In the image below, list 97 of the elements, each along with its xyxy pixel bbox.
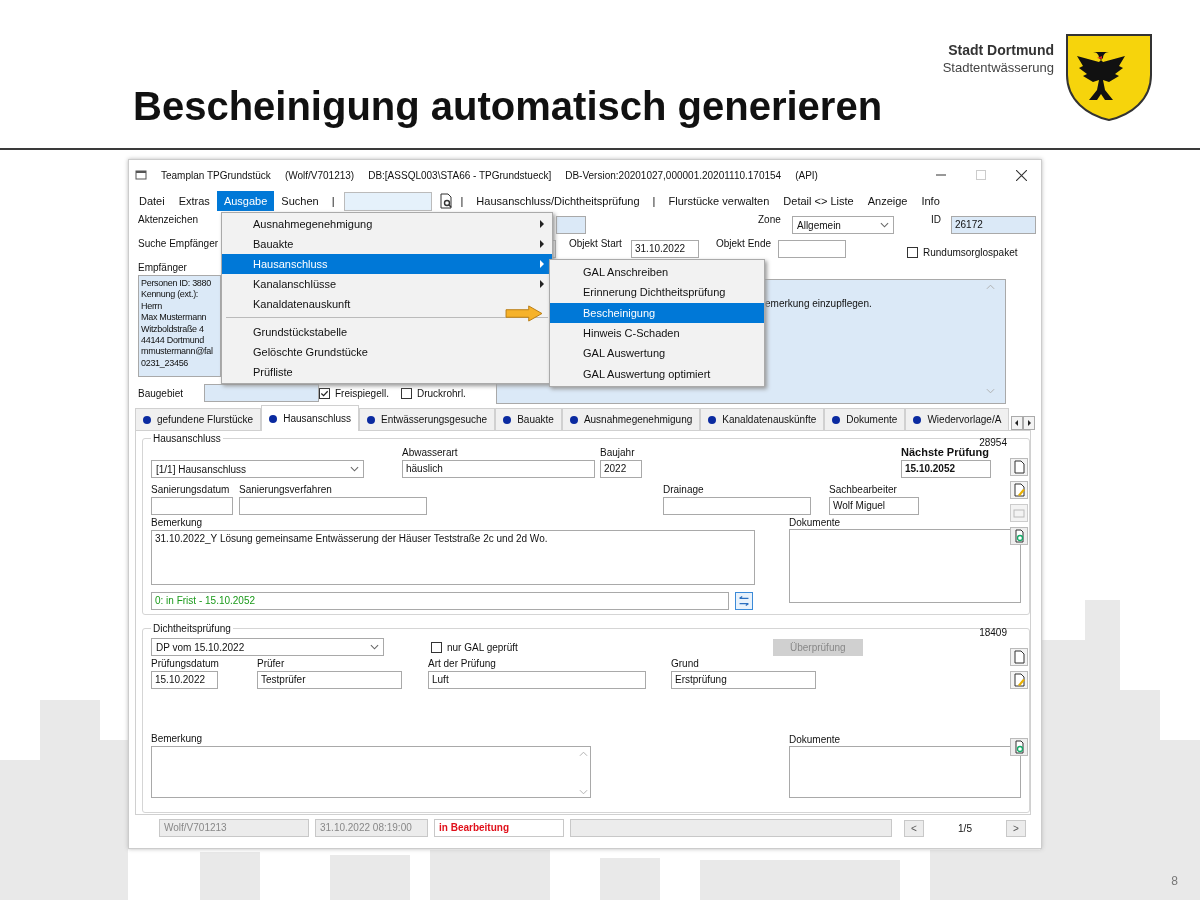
status-field: in Bearbeitung (434, 819, 564, 837)
input-field[interactable]: Testprüfer (257, 671, 402, 689)
field-label: Prüfungsdatum (151, 658, 219, 669)
field-label: Empfänger (138, 262, 187, 273)
window-mode: (API) (795, 169, 818, 181)
input-field[interactable]: 26172 (951, 216, 1036, 234)
group-title: Hausanschluss (152, 433, 222, 444)
checkbox-label: nur GAL geprüft (447, 641, 518, 653)
window-title: Teamplan TPGrundstück (161, 169, 271, 181)
remark-field[interactable]: 31.10.2022_Y Lösung gemeinsame Entwässerung der Häuser Teststraße 2c und 2d Wo. (151, 530, 755, 585)
page-indicator: 1/5 (957, 822, 973, 834)
menu-item[interactable]: GAL Auswertung (550, 343, 764, 364)
input-field[interactable]: 2022 (600, 460, 642, 478)
checkbox-label: Freispiegell. (335, 387, 389, 399)
menu-item[interactable]: Suchen (274, 191, 326, 211)
menu-item[interactable]: GAL Anschreiben (550, 262, 764, 283)
dropdown-field[interactable]: DP vom 15.10.2022 (151, 638, 384, 656)
field-label: Nächste Prüfung (901, 446, 989, 458)
menu-item[interactable]: Bauakte (222, 234, 552, 254)
tab[interactable]: gefundene Flurstücke (135, 408, 262, 430)
field-label: Suche Empfänger (138, 238, 219, 249)
input-field[interactable]: 31.10.2022 (631, 240, 699, 258)
window-version: DB-Version:20201027,000001.20201110.170154 (565, 169, 782, 181)
menu-item[interactable]: Info (914, 191, 947, 211)
field-label: Zone (758, 214, 781, 225)
notes-text: emerkung einzupflegen. (765, 298, 872, 311)
organization-name: Stadt Dortmund (948, 42, 1054, 58)
record-id: 18409 (979, 627, 1007, 638)
menu-separator: | (651, 195, 657, 207)
menu-item[interactable]: Ausgabe (216, 191, 275, 211)
input-field[interactable]: Erstprüfung (671, 671, 816, 689)
field-label: Dokumente (789, 734, 841, 745)
input-field[interactable]: Luft (428, 671, 646, 689)
recipient-field[interactable]: Personen ID: 3880 Kennung (ext.): Herrn Max Mustermann Witzboldstraße 4 44144 Dortmund mmustermann@fal 0231_23456 (138, 275, 221, 377)
window-database: DB:[ASSQL003\STA66 - TPGrundstueck] (368, 169, 552, 181)
tab[interactable]: Wiedervorlage/A (905, 408, 1010, 430)
timestamp-field: 31.10.2022 08:19:00 (315, 819, 428, 837)
field-label: Abwasserart (402, 447, 458, 458)
checkbox-label: Druckrohrl. (417, 387, 466, 399)
dropdown-field[interactable]: Allgemein (792, 216, 894, 234)
previous-button[interactable]: < (904, 819, 924, 837)
input-field[interactable]: 15.10.2022 (151, 671, 218, 689)
dropdown-field[interactable]: [1/1] Hausanschluss (151, 460, 364, 478)
organization-subtitle: Stadtentwässerung (942, 60, 1054, 75)
remark-text: 31.10.2022_Y Lösung gemeinsame Entwässerung der Häuser Teststraße 2c und 2d Wo. (155, 533, 548, 544)
field-label: Art der Prüfung (428, 658, 496, 669)
field-label: Drainage (663, 484, 704, 495)
menu-item[interactable]: Ausnahmegenehmigung (222, 214, 552, 234)
menu-item[interactable]: Flurstücke verwalten (661, 191, 777, 211)
field-label: Sanierungsdatum (151, 484, 230, 495)
record-id: 28954 (979, 437, 1007, 448)
field-label: ID (931, 214, 941, 225)
slide-title: Bescheinigung automatisch generieren (133, 83, 883, 130)
group-title: Dichtheitsprüfung (152, 623, 232, 634)
field-label: Dokumente (789, 517, 841, 528)
menu-item[interactable]: GAL Auswertung optimiert (550, 363, 764, 384)
menu-item[interactable]: Gelöschte Grundstücke (222, 342, 552, 362)
page-number: 8 (1171, 874, 1178, 888)
tab[interactable]: Dokumente (824, 408, 906, 430)
field-label: Objekt Start (569, 238, 622, 249)
field-label: Objekt Ende (716, 238, 772, 249)
field-label: Baujahr (600, 447, 635, 458)
field-label: Aktenzeichen (138, 214, 199, 225)
tab[interactable]: Bauakte (495, 408, 562, 430)
menu-separator: | (459, 195, 465, 207)
tab[interactable]: Kanaldatenauskünfte (700, 408, 825, 430)
window-user: (Wolf/V701213) (284, 169, 355, 181)
tab[interactable]: Hausanschluss (261, 405, 359, 431)
input-field[interactable]: Wolf Miguel (829, 497, 919, 515)
menu-item[interactable]: Kanalanschlüsse (222, 274, 552, 294)
menu-item[interactable]: Hausanschluss (222, 254, 552, 274)
field-label: Bemerkung (151, 733, 203, 744)
field-label: Baugebiet (138, 387, 184, 399)
field-label: Grund (671, 658, 699, 669)
menu-item[interactable]: Kanaldatenauskunft (222, 294, 552, 314)
menu-item[interactable]: Erinnerung Dichtheitsprüfung (550, 282, 764, 303)
menu-item[interactable]: Prüfliste (222, 362, 552, 382)
tab[interactable]: Ausnahmegenehmigung (561, 408, 701, 430)
checkbox-label: Rundumsorglospaket (923, 247, 1018, 258)
menu-item[interactable]: Detail <> Liste (776, 191, 861, 211)
menu-item[interactable]: Datei (132, 191, 172, 211)
menu-item[interactable]: Anzeige (860, 191, 915, 211)
field-label: Bemerkung (151, 517, 203, 528)
field-label: Sachbearbeiter (829, 484, 897, 495)
menu-item[interactable]: Extras (171, 191, 217, 211)
input-field[interactable]: 15.10.2052 (901, 460, 991, 478)
next-button[interactable]: > (1006, 819, 1026, 837)
menu-separator: | (330, 195, 336, 207)
deadline-status-field: 0: in Frist - 15.10.2052 (151, 592, 729, 610)
menu-item[interactable]: Hausanschluss/Dichtheitsprüfung (469, 191, 647, 211)
field-label: Prüfer (257, 658, 285, 669)
field-label: Sanierungsverfahren (239, 484, 332, 495)
input-field[interactable]: häuslich (402, 460, 595, 478)
user-field: Wolf/V701213 (159, 819, 309, 837)
menu-item[interactable]: Hinweis C-Schaden (550, 322, 764, 344)
tab[interactable]: Entwässerungsgesuche (359, 408, 496, 430)
menu-item[interactable]: Grundstückstabelle (222, 322, 552, 342)
